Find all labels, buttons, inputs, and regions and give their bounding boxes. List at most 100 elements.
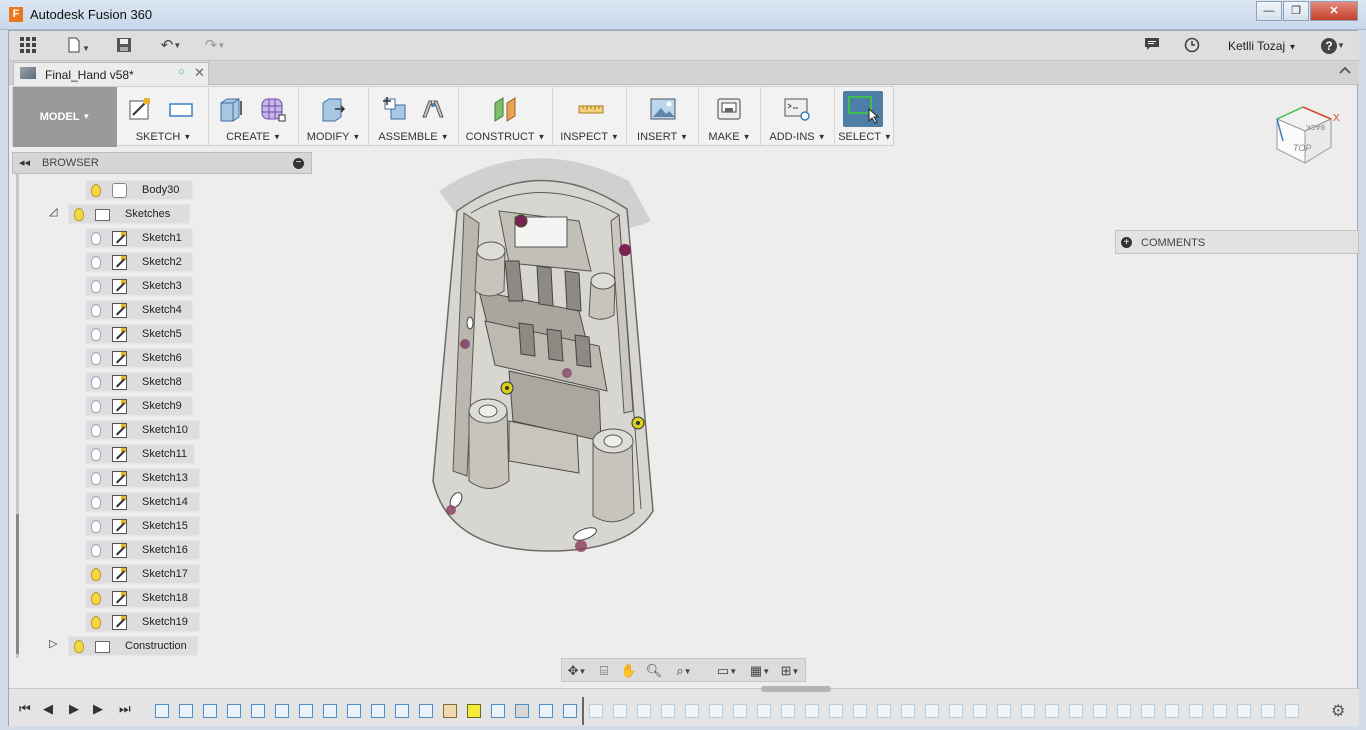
timeline-feature-suppressed[interactable] bbox=[805, 704, 819, 718]
timeline-feature-suppressed[interactable] bbox=[1093, 704, 1107, 718]
tree-item-sketch[interactable]: Sketch11 bbox=[85, 444, 195, 464]
visibility-bulb-icon[interactable] bbox=[91, 280, 101, 293]
timeline-step-forward-icon[interactable]: ▶ bbox=[93, 701, 103, 717]
tree-item-sketch[interactable]: Sketch8 bbox=[85, 372, 193, 392]
visibility-bulb-icon[interactable] bbox=[91, 424, 101, 437]
timeline-feature-suppressed[interactable] bbox=[1165, 704, 1179, 718]
collapse-triangle-icon[interactable]: ◿ bbox=[49, 205, 57, 218]
timeline-feature-suppressed[interactable] bbox=[709, 704, 723, 718]
select-window-icon[interactable] bbox=[843, 91, 883, 127]
redo-icon[interactable]: ↷▼ bbox=[199, 37, 231, 55]
visibility-bulb-icon[interactable] bbox=[91, 400, 101, 413]
rectangle-sketch-icon[interactable] bbox=[167, 95, 195, 123]
timeline-feature-suppressed[interactable] bbox=[829, 704, 843, 718]
tree-item-sketch[interactable]: Sketch15 bbox=[85, 516, 200, 536]
tree-item-sketch[interactable]: Sketch13 bbox=[85, 468, 200, 488]
tree-item-sketch[interactable]: Sketch9 bbox=[85, 396, 193, 416]
timeline-feature-suppressed[interactable] bbox=[973, 704, 987, 718]
timeline-feature[interactable] bbox=[251, 704, 265, 718]
timeline-feature[interactable] bbox=[491, 704, 505, 718]
timeline-feature-suppressed[interactable] bbox=[1117, 704, 1131, 718]
visibility-bulb-icon[interactable] bbox=[91, 328, 101, 341]
timeline-end-icon[interactable]: ⏭ bbox=[119, 701, 131, 717]
visibility-bulb-icon[interactable] bbox=[91, 448, 101, 461]
collapse-browser-icon[interactable]: ◂◂ bbox=[19, 156, 30, 169]
timeline-feature-suppressed[interactable] bbox=[1189, 704, 1203, 718]
form-mesh-icon[interactable] bbox=[259, 95, 287, 123]
timeline-feature-suppressed[interactable] bbox=[1237, 704, 1251, 718]
insert-group[interactable]: INSERT ▼ bbox=[627, 87, 699, 147]
timeline-feature-suppressed[interactable] bbox=[589, 704, 603, 718]
visibility-bulb-icon[interactable] bbox=[74, 208, 84, 221]
maximize-button[interactable]: ❐ bbox=[1283, 1, 1309, 21]
timeline-feature-suppressed[interactable] bbox=[1285, 704, 1299, 718]
timeline-feature-suppressed[interactable] bbox=[997, 704, 1011, 718]
timeline-feature[interactable] bbox=[419, 704, 433, 718]
timeline-marker[interactable] bbox=[582, 697, 584, 725]
timeline-feature-suppressed[interactable] bbox=[1261, 704, 1275, 718]
extrude-icon[interactable] bbox=[217, 95, 245, 123]
tree-item-sketch[interactable]: Sketch3 bbox=[85, 276, 193, 296]
timeline-feature-selected[interactable] bbox=[467, 704, 481, 718]
measure-icon[interactable] bbox=[577, 95, 605, 123]
visibility-bulb-icon[interactable] bbox=[74, 640, 84, 653]
pan-hand-icon[interactable]: ✋ bbox=[619, 662, 639, 679]
tree-item-sketch[interactable]: Sketch18 bbox=[85, 588, 200, 608]
tree-item-sketch[interactable]: Sketch2 bbox=[85, 252, 193, 272]
undo-icon[interactable]: ↶▼ bbox=[155, 37, 187, 55]
fit-window-icon[interactable]: ⌕▼ bbox=[670, 662, 698, 679]
timeline-feature[interactable] bbox=[179, 704, 193, 718]
visibility-bulb-icon[interactable] bbox=[91, 616, 101, 629]
viewports-icon[interactable]: ⊞▼ bbox=[776, 662, 804, 679]
grid-settings-icon[interactable]: ▦▼ bbox=[746, 662, 774, 679]
assemble-group[interactable]: ASSEMBLE ▼ bbox=[369, 87, 459, 147]
timeline-feature-suppressed[interactable] bbox=[661, 704, 675, 718]
timeline-feature-suppressed[interactable] bbox=[1213, 704, 1227, 718]
timeline-feature-suppressed[interactable] bbox=[949, 704, 963, 718]
timeline-feature[interactable] bbox=[155, 704, 169, 718]
create-group[interactable]: CREATE ▼ bbox=[209, 87, 299, 147]
timeline-feature-suppressed[interactable] bbox=[1069, 704, 1083, 718]
user-account-menu[interactable]: Ketlli Tozaj ▼ bbox=[1228, 39, 1296, 53]
browser-scrollbar-thumb[interactable] bbox=[16, 514, 19, 654]
visibility-bulb-icon[interactable] bbox=[91, 496, 101, 509]
visibility-bulb-icon[interactable] bbox=[91, 376, 101, 389]
visibility-bulb-icon[interactable] bbox=[91, 352, 101, 365]
timeline-feature-suppressed[interactable] bbox=[901, 704, 915, 718]
inspect-group[interactable]: INSPECT ▼ bbox=[553, 87, 627, 147]
timeline-feature-suppressed[interactable] bbox=[733, 704, 747, 718]
timeline-feature[interactable] bbox=[227, 704, 241, 718]
file-menu-icon[interactable]: ▼ bbox=[63, 37, 93, 55]
timeline-feature[interactable] bbox=[275, 704, 289, 718]
tree-item-sketch[interactable]: Sketch6 bbox=[85, 348, 193, 368]
timeline-feature[interactable] bbox=[395, 704, 409, 718]
timeline-play-icon[interactable]: ▶ bbox=[69, 701, 79, 717]
press-pull-icon[interactable] bbox=[319, 95, 347, 123]
timeline-feature-suppressed[interactable] bbox=[877, 704, 891, 718]
joint-icon[interactable] bbox=[419, 95, 447, 123]
tree-folder-sketches[interactable]: Sketches bbox=[68, 204, 190, 224]
minimize-button[interactable]: — bbox=[1256, 1, 1282, 21]
help-menu-icon[interactable]: ? ▼ bbox=[1317, 37, 1349, 55]
visibility-bulb-icon[interactable] bbox=[91, 304, 101, 317]
create-sketch-icon[interactable] bbox=[127, 95, 155, 123]
comments-panel[interactable]: + COMMENTS bbox=[1115, 230, 1359, 254]
scripts-addins-icon[interactable] bbox=[783, 95, 811, 123]
tree-item-sketch[interactable]: Sketch4 bbox=[85, 300, 193, 320]
browser-minimize-icon[interactable]: − bbox=[293, 158, 304, 169]
add-ins-group[interactable]: ADD-INS ▼ bbox=[761, 87, 835, 147]
tree-item-sketch[interactable]: Sketch19 bbox=[85, 612, 200, 632]
orbit-icon[interactable]: ✥▼ bbox=[564, 662, 590, 679]
new-component-icon[interactable] bbox=[381, 95, 409, 123]
select-group[interactable]: SELECT ▼ bbox=[835, 87, 895, 147]
close-tab-icon[interactable]: ✕ bbox=[194, 65, 205, 81]
timeline-feature-suppressed[interactable] bbox=[637, 704, 651, 718]
tree-item-sketch[interactable]: Sketch1 bbox=[85, 228, 193, 248]
timeline-feature[interactable] bbox=[515, 704, 529, 718]
timeline-feature-suppressed[interactable] bbox=[1141, 704, 1155, 718]
tree-item-sketch[interactable]: Sketch17 bbox=[85, 564, 200, 584]
tree-item-sketch[interactable]: Sketch10 bbox=[85, 420, 200, 440]
visibility-bulb-icon[interactable] bbox=[91, 232, 101, 245]
timeline-feature[interactable] bbox=[347, 704, 361, 718]
visibility-bulb-icon[interactable] bbox=[91, 256, 101, 269]
